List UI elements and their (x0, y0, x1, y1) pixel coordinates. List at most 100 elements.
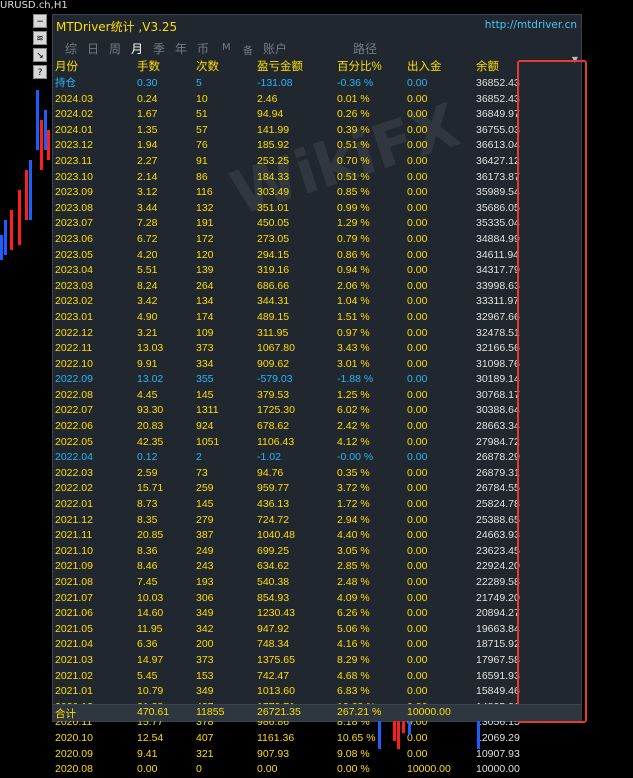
cell-flow: 0.00 (407, 310, 428, 323)
cell-month: 2021.09 (55, 560, 93, 573)
table-row: 2024.03 0.24 10 2.46 0.01 % 0.00 36852.43 (55, 92, 566, 108)
cell-count: 349 (196, 685, 214, 698)
cell-lots: 2.59 (137, 466, 158, 479)
cell-flow: 0.00 (407, 77, 428, 89)
cell-pnl: 1106.43 (257, 435, 295, 448)
table-row: 2021.08 7.45 193 540.38 2.48 % 0.00 22289.58 (55, 575, 566, 591)
tab-path[interactable]: 路径 (353, 40, 377, 57)
cell-flow: 0.00 (407, 482, 428, 495)
cell-flow: 0.00 (407, 201, 428, 214)
tab-magic[interactable]: M (222, 42, 231, 53)
cell-pnl: 379.53 (257, 388, 290, 401)
cell-pnl: 1067.80 (257, 342, 295, 355)
cell-month: 2023.08 (55, 201, 93, 214)
candle (0, 235, 3, 260)
cell-count: 349 (196, 607, 214, 620)
website-link[interactable]: http://mtdriver.cn (485, 19, 577, 31)
cell-flow: 0.00 (407, 388, 428, 401)
cell-percent: 4.12 % (337, 435, 370, 448)
cell-month: 2021.06 (55, 607, 93, 620)
cell-balance: 26879.31 (476, 466, 520, 479)
cell-count: 243 (196, 560, 214, 573)
tab-currency[interactable]: 币 (197, 40, 209, 57)
cell-lots: 8.35 (137, 513, 158, 526)
cell-percent: -1.88 % (337, 373, 374, 386)
totals-row: 合计 470.61 11855 26721.35 267.21 % 10000.… (53, 704, 581, 721)
cell-lots: 2.27 (137, 154, 158, 167)
cell-flow: 0.00 (407, 264, 428, 277)
table-row: 2020.08 0.00 0 0.00 0.00 % 10000.00 10000.00 (55, 762, 566, 778)
cell-flow: 0.00 (407, 498, 428, 511)
chart-symbol-title: URUSD.ch,H1 (0, 0, 68, 11)
cell-lots: 11.95 (137, 622, 163, 635)
cell-balance: 23623.45 (476, 544, 520, 557)
cell-month: 2021.10 (55, 544, 93, 557)
cell-lots: 3.42 (137, 295, 158, 308)
candle (25, 170, 28, 220)
cell-pnl: 253.25 (257, 154, 290, 167)
cell-balance: 24663.93 (476, 529, 520, 542)
cell-count: 120 (196, 248, 214, 261)
cell-pnl: 489.15 (257, 310, 290, 323)
table-row: 2022.06 20.83 924 678.62 2.42 % 0.00 28663.34 (55, 419, 566, 435)
total-percent: 267.21 % (337, 706, 382, 718)
tab-summary[interactable]: 综 (65, 40, 77, 57)
cell-flow: 0.00 (407, 685, 428, 698)
cell-balance: 36427.12 (476, 154, 520, 167)
cell-lots: 7.28 (137, 217, 158, 230)
cell-month: 2023.10 (55, 170, 93, 183)
cell-percent: 1.51 % (337, 310, 370, 323)
cell-percent: 0.85 % (337, 186, 370, 199)
total-lots: 470.61 (137, 706, 170, 718)
cell-count: 5 (196, 77, 202, 89)
cell-flow: 0.00 (407, 420, 428, 433)
tab-month[interactable]: 月 (131, 40, 143, 57)
cell-flow: 0.00 (407, 529, 428, 542)
tab-week[interactable]: 周 (109, 40, 121, 57)
cell-balance: 32166.56 (476, 342, 520, 355)
candle (47, 130, 50, 160)
minimize-button[interactable]: − (33, 14, 47, 28)
cell-month: 2023.04 (55, 264, 93, 277)
column-header-balance: 余额 (476, 61, 499, 74)
cell-balance: 34611.94 (476, 248, 520, 261)
candle (397, 721, 400, 749)
cell-count: 373 (196, 342, 214, 355)
cell-percent: 0.35 % (337, 466, 370, 479)
scroll-down-icon[interactable]: ▼ (572, 55, 578, 64)
cell-flow: 0.00 (407, 513, 428, 526)
cell-pnl: 450.05 (257, 217, 290, 230)
help-button[interactable]: ? (33, 65, 47, 79)
cell-lots: 20.83 (137, 420, 164, 433)
cell-percent: 1.29 % (337, 217, 370, 230)
cell-lots: 7.45 (137, 576, 158, 588)
tab-account[interactable]: 账户 (263, 40, 287, 57)
cell-pnl: 273.05 (257, 232, 290, 245)
cell-lots: 5.45 (137, 669, 158, 682)
cell-balance: 36852.43 (476, 92, 520, 105)
cell-lots: 13.03 (137, 342, 164, 355)
tab-note[interactable]: 备 (243, 42, 253, 57)
cell-count: 116 (196, 186, 213, 199)
cell-month: 2023.02 (55, 295, 93, 308)
cell-count: 259 (196, 482, 214, 495)
cell-flow: 10000.00 (407, 763, 451, 776)
cell-pnl: 678.62 (257, 420, 290, 433)
chart-button[interactable]: ≋ (33, 31, 47, 45)
cell-month: 2021.08 (55, 576, 93, 588)
table-row: 2021.06 14.60 349 1230.43 6.26 % 0.00 20894.27 (55, 606, 566, 622)
tab-day[interactable]: 日 (87, 40, 99, 57)
table-row: 2021.12 8.35 279 724.72 2.94 % 0.00 25388.65 (55, 513, 566, 529)
cell-percent: 4.68 % (337, 669, 370, 682)
cell-percent: 0.94 % (337, 264, 370, 277)
cell-lots: 14.97 (137, 653, 164, 666)
cell-lots: 3.44 (137, 201, 158, 214)
cell-pnl: -131.08 (257, 77, 293, 89)
tab-quarter[interactable]: 季 (153, 40, 165, 57)
cell-flow: 0.00 (407, 622, 428, 635)
table-row: 2024.02 1.67 51 94.94 0.26 % 0.00 36849.97 (55, 107, 566, 123)
cell-pnl: 351.01 (257, 201, 290, 214)
line-tool-button[interactable]: ↘ (33, 48, 47, 62)
tab-year[interactable]: 年 (175, 40, 187, 57)
cell-flow: 0.00 (407, 576, 428, 588)
